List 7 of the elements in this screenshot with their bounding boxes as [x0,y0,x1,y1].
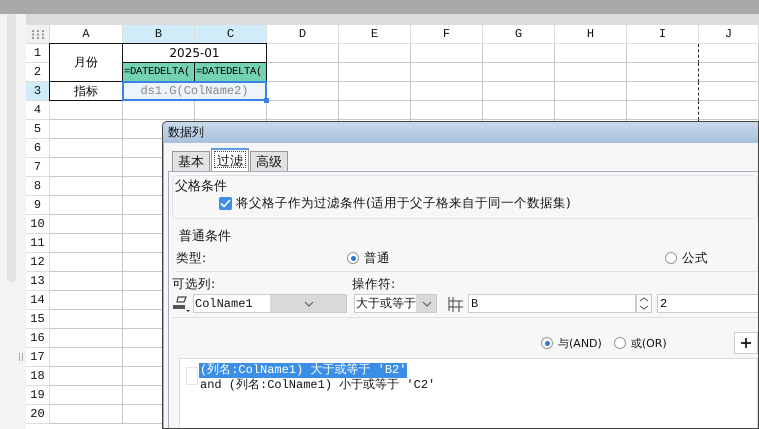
field-label: 操作符: [352,276,396,292]
section-heading: 父格条件 [175,178,228,195]
dialog-title: 数据列 [168,124,204,141]
field-label: 类型: [176,250,206,266]
section-heading: 普通条件 [179,228,232,245]
checkbox-label: 将父格子作为过滤条件(适用于父子格来自于同一个数据集) [236,195,571,212]
field-label: 可选列: [172,276,216,292]
